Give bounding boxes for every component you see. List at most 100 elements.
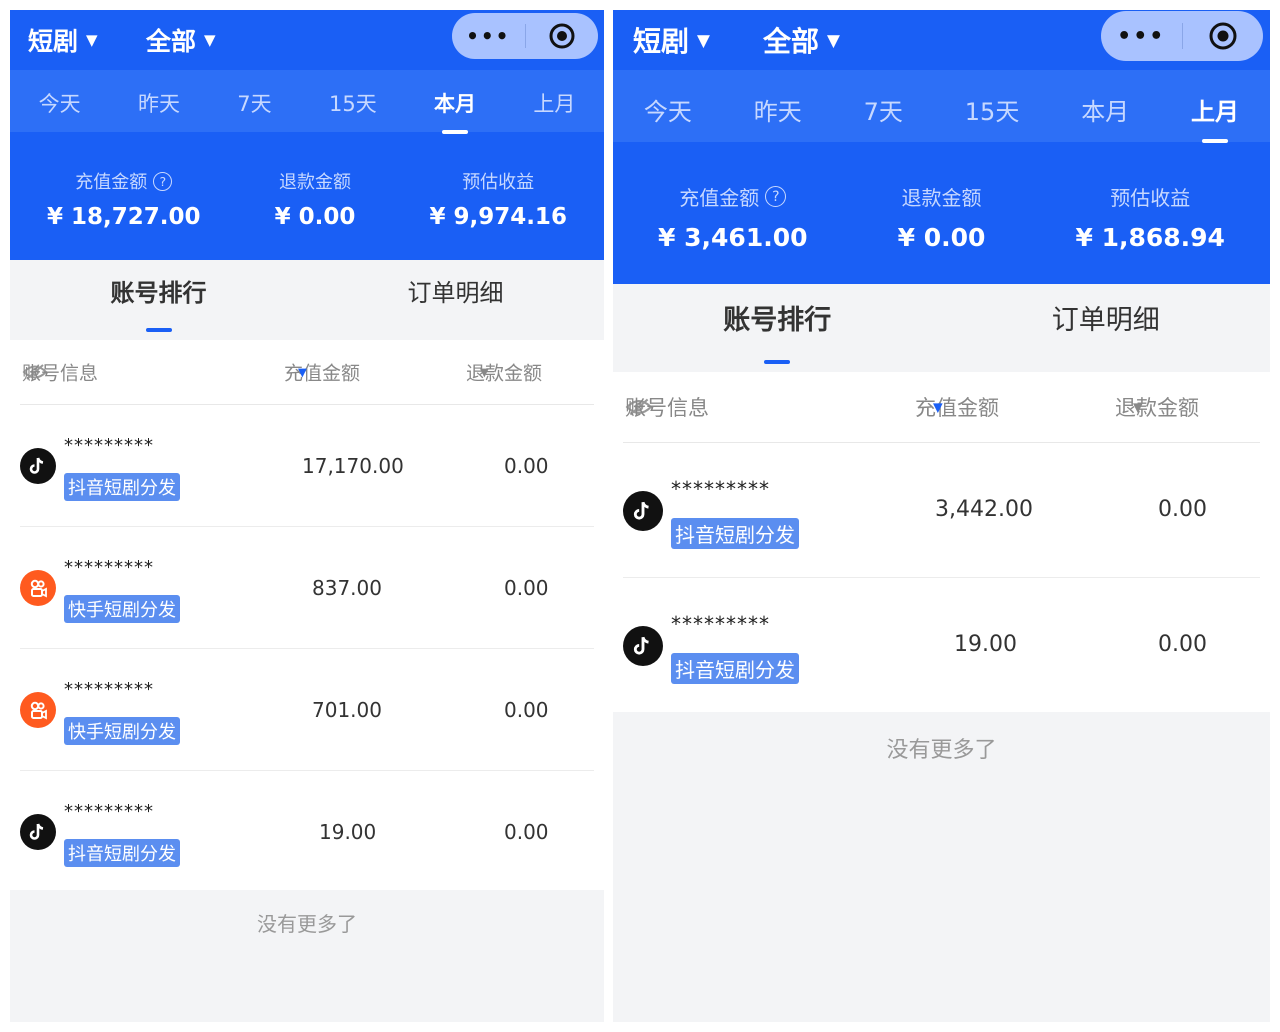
douyin-logo-icon — [20, 814, 56, 850]
refund-amount: 0.00 — [504, 576, 549, 600]
filter-dropdown[interactable]: 全部 ▼ — [146, 22, 216, 58]
recharge-amount: 837.00 — [312, 576, 382, 600]
refund-amount: 0.00 — [1158, 632, 1207, 657]
kuaishou-logo-icon — [20, 570, 56, 606]
category-label: 短剧 — [28, 27, 79, 56]
stat-recharge-value: ¥ 3,461.00 — [658, 223, 808, 252]
more-dots-icon[interactable]: ••• — [452, 24, 525, 48]
right-screen: 短剧 ▼ 全部 ▼ ••• 今天 昨天 7天 15天 本月 上月 充值金额 ? … — [613, 10, 1270, 1022]
kuaishou-logo-icon — [20, 692, 56, 728]
tab-15days[interactable]: 15天 — [329, 88, 377, 118]
platform-tag: 抖音短剧分发 — [64, 473, 180, 501]
account-name: ********* — [671, 612, 770, 636]
summary-stats: 充值金额 ? ¥ 3,461.00 退款金额 ¥ 0.00 预估收益 ¥ 1,8… — [613, 182, 1270, 252]
sub-tabs: 账号排行 订单明细 — [613, 284, 1270, 372]
table-row[interactable]: ********* 抖音短剧分发 19.00 0.00 — [623, 578, 1260, 712]
help-circle-icon[interactable]: ? — [153, 171, 173, 191]
help-circle-icon[interactable]: ? — [765, 186, 787, 207]
account-list: 账号信息 充值金额 ▼ 退款金额 ▼ ********* 抖音短剧分发 3,44… — [613, 372, 1270, 712]
douyin-logo-icon — [623, 491, 663, 531]
caret-down-icon: ▼ — [827, 30, 840, 50]
no-more-text: 没有更多了 — [886, 738, 997, 763]
caret-down-icon: ▼ — [86, 31, 98, 49]
category-dropdown[interactable]: 短剧 ▼ — [633, 20, 710, 60]
filter-dropdown[interactable]: 全部 ▼ — [763, 20, 840, 60]
sort-icon: ▼ — [480, 365, 489, 379]
no-more-text: 没有更多了 — [257, 912, 357, 936]
tab-today[interactable]: 今天 — [644, 92, 692, 127]
table-row[interactable]: ********* 快手短剧分发 837.00 0.00 — [20, 527, 594, 649]
category-dropdown[interactable]: 短剧 ▼ — [28, 22, 98, 58]
sort-desc-icon: ▼ — [298, 365, 307, 379]
category-label: 短剧 — [633, 25, 690, 58]
account-name: ********* — [671, 477, 770, 501]
tab-order-details[interactable]: 订单明细 — [942, 284, 1271, 372]
tab-7days[interactable]: 7天 — [864, 92, 903, 127]
summary-stats: 充值金额 ? ¥ 18,727.00 退款金额 ¥ 0.00 预估收益 ¥ 9,… — [10, 168, 604, 230]
tab-today[interactable]: 今天 — [39, 88, 81, 118]
stat-refund-value: ¥ 0.00 — [897, 223, 986, 252]
recharge-amount: 701.00 — [312, 698, 382, 722]
left-screen: 短剧 ▼ 全部 ▼ ••• 今天 昨天 7天 15天 本月 上月 充值金额 ? … — [10, 10, 604, 1022]
account-name: ********* — [64, 435, 154, 456]
miniapp-capsule: ••• — [1101, 11, 1263, 61]
target-icon[interactable] — [1183, 21, 1264, 51]
table-row[interactable]: ********* 抖音短剧分发 3,442.00 0.00 — [623, 443, 1260, 578]
platform-tag: 抖音短剧分发 — [671, 518, 799, 549]
recharge-amount: 19.00 — [319, 820, 377, 844]
header-account: 账号信息 — [625, 396, 709, 420]
header-account: 账号信息 — [22, 362, 99, 385]
stat-recharge-value: ¥ 18,727.00 — [47, 204, 201, 230]
tab-last-month[interactable]: 上月 — [1191, 92, 1239, 127]
stat-income-value: ¥ 1,868.94 — [1075, 223, 1225, 252]
account-name: ********* — [64, 557, 154, 578]
date-tabs: 今天 昨天 7天 15天 本月 上月 — [10, 88, 604, 118]
tab-15days[interactable]: 15天 — [965, 92, 1020, 127]
tab-7days[interactable]: 7天 — [237, 88, 271, 118]
table-row[interactable]: ********* 抖音短剧分发 17,170.00 0.00 — [20, 405, 594, 527]
sub-tabs: 账号排行 订单明细 — [10, 260, 604, 340]
stat-recharge: 充值金额 ? ¥ 18,727.00 — [47, 168, 201, 230]
tab-last-month[interactable]: 上月 — [533, 88, 575, 118]
recharge-amount: 17,170.00 — [302, 454, 404, 478]
tab-account-ranking[interactable]: 账号排行 — [613, 284, 942, 372]
filter-label: 全部 — [146, 27, 197, 56]
account-name: ********* — [64, 801, 154, 822]
platform-tag: 快手短剧分发 — [64, 717, 180, 745]
stat-income-value: ¥ 9,974.16 — [429, 204, 567, 230]
stat-refund: 退款金额 ¥ 0.00 — [275, 168, 356, 230]
table-row[interactable]: ********* 快手短剧分发 701.00 0.00 — [20, 649, 594, 771]
stat-refund-label: 退款金额 — [278, 172, 351, 193]
recharge-amount: 19.00 — [954, 632, 1017, 657]
refund-amount: 0.00 — [504, 820, 549, 844]
tab-this-month[interactable]: 本月 — [434, 88, 476, 118]
refund-amount: 0.00 — [1158, 497, 1207, 522]
date-tabs: 今天 昨天 7天 15天 本月 上月 — [613, 92, 1270, 127]
stat-recharge-label: 充值金额 — [679, 186, 760, 210]
table-row[interactable]: ********* 抖音短剧分发 19.00 0.00 — [20, 771, 594, 892]
refund-amount: 0.00 — [504, 454, 549, 478]
table-header: 账号信息 充值金额 ▼ 退款金额 ▼ — [623, 372, 1260, 443]
stat-refund: 退款金额 ¥ 0.00 — [898, 182, 986, 252]
platform-tag: 抖音短剧分发 — [64, 839, 180, 867]
tab-yesterday[interactable]: 昨天 — [754, 92, 802, 127]
account-list: 账号信息 充值金额 ▼ 退款金额 ▼ ********* 抖音短剧分发 17,1… — [10, 340, 604, 890]
tab-yesterday[interactable]: 昨天 — [138, 88, 180, 118]
target-icon[interactable] — [526, 22, 599, 50]
tab-order-details[interactable]: 订单明细 — [307, 260, 604, 340]
caret-down-icon: ▼ — [697, 30, 710, 50]
refund-amount: 0.00 — [504, 698, 549, 722]
tab-this-month[interactable]: 本月 — [1081, 92, 1129, 127]
tab-account-ranking[interactable]: 账号排行 — [10, 260, 307, 340]
sort-desc-icon: ▼ — [933, 399, 943, 415]
platform-tag: 抖音短剧分发 — [671, 653, 799, 684]
sort-icon: ▼ — [1133, 399, 1143, 415]
stat-income: 预估收益 ¥ 9,974.16 — [429, 168, 567, 230]
table-header: 账号信息 充值金额 ▼ 退款金额 ▼ — [20, 340, 594, 405]
more-dots-icon[interactable]: ••• — [1101, 24, 1182, 49]
stat-recharge-label: 充值金额 — [75, 172, 148, 193]
platform-tag: 快手短剧分发 — [64, 595, 180, 623]
stat-income-label: 预估收益 — [462, 172, 535, 193]
douyin-logo-icon — [623, 626, 663, 666]
stat-refund-label: 退款金额 — [901, 186, 982, 210]
